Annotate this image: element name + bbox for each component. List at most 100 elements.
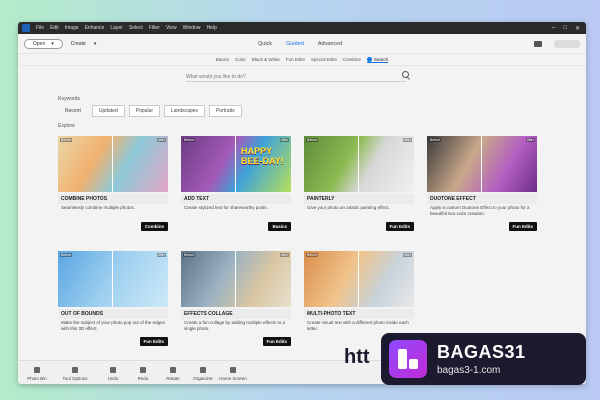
after-label: After bbox=[402, 253, 412, 257]
home-screen-label: Home Screen bbox=[219, 376, 247, 381]
card-description: Create a fun collage by adding multiple … bbox=[184, 320, 285, 331]
menu-view[interactable]: View bbox=[166, 25, 177, 31]
card-description: Give your photo an artistic painting eff… bbox=[307, 205, 390, 210]
card-category-button[interactable]: Fun Edits bbox=[262, 337, 291, 346]
card-thumbnail: Before HAPPY BEE-DAY! After bbox=[181, 136, 291, 192]
organizer-button[interactable]: Organizer bbox=[188, 367, 218, 381]
watermark-title: BAGAS31 bbox=[437, 342, 526, 362]
menu-enhance[interactable]: Enhance bbox=[85, 25, 105, 31]
card-category-button[interactable]: Basics bbox=[268, 222, 291, 231]
card-add-text[interactable]: Before HAPPY BEE-DAY! After ADD TEXT Cre… bbox=[181, 136, 291, 231]
subtab-search[interactable]: Search bbox=[366, 56, 389, 63]
guided-category-tabs: Basics Color Black & White Fun Edits Spe… bbox=[18, 54, 586, 66]
card-title: EFFECTS COLLAGE bbox=[181, 309, 291, 319]
rotate-button[interactable]: Rotate bbox=[158, 367, 188, 381]
before-label: Before bbox=[60, 253, 73, 257]
card-title: PAINTERLY bbox=[304, 194, 414, 204]
card-category-button[interactable]: Fun Edits bbox=[139, 337, 168, 346]
compare-divider bbox=[358, 136, 359, 192]
card-category-button[interactable]: Combine bbox=[140, 222, 168, 231]
subtab-combine[interactable]: Combine bbox=[343, 57, 361, 62]
card-category-button[interactable]: Fun Edits bbox=[385, 222, 414, 231]
subtab-color[interactable]: Color bbox=[235, 57, 246, 62]
create-button[interactable]: Create ▾ bbox=[71, 41, 97, 47]
organizer-label: Organizer bbox=[193, 376, 213, 381]
card-thumbnail: Before After bbox=[181, 251, 291, 307]
redo-button[interactable]: Redo bbox=[128, 367, 158, 381]
after-label: After bbox=[279, 138, 289, 142]
user-menu[interactable] bbox=[554, 39, 580, 48]
subtab-fun-edits[interactable]: Fun Edits bbox=[286, 57, 305, 62]
compare-divider bbox=[235, 251, 236, 307]
app-logo-icon bbox=[22, 24, 30, 32]
photo-bin-label: Photo Bin bbox=[27, 376, 47, 381]
keyword-landscapes[interactable]: Landscapes bbox=[163, 105, 205, 117]
menu-edit[interactable]: Edit bbox=[50, 25, 59, 31]
close-icon[interactable]: ✕ bbox=[575, 25, 580, 32]
menu-filter[interactable]: Filter bbox=[149, 25, 160, 31]
window-controls: – □ ✕ bbox=[552, 25, 586, 32]
mail-icon[interactable] bbox=[534, 40, 542, 47]
subtab-special-edits[interactable]: Special Edits bbox=[311, 57, 337, 62]
undo-label: Undo bbox=[107, 376, 119, 381]
card-description: Make the subject of your photo pop out o… bbox=[61, 320, 165, 331]
tab-quick[interactable]: Quick bbox=[258, 41, 272, 47]
menu-layer[interactable]: Layer bbox=[110, 25, 123, 31]
chevron-down-icon: ▾ bbox=[93, 40, 97, 47]
watermark-badge: BAGAS31 bagas3-1.com bbox=[381, 333, 586, 385]
photo-bin-button[interactable]: Photo Bin bbox=[22, 367, 52, 381]
open-button[interactable]: Open ▾ bbox=[24, 38, 63, 49]
keyword-recent[interactable]: Recent bbox=[58, 105, 88, 117]
menu-select[interactable]: Select bbox=[129, 25, 143, 31]
explore-label: Explore bbox=[58, 123, 75, 129]
after-label: After bbox=[402, 138, 412, 142]
open-label: Open bbox=[33, 40, 46, 47]
after-label: After bbox=[156, 138, 166, 142]
watermark-partial-text: htt bbox=[344, 346, 370, 368]
before-label: Before bbox=[429, 138, 442, 142]
undo-button[interactable]: Undo bbox=[98, 367, 128, 381]
card-description: Seamlessly combine multiple photos. bbox=[61, 205, 136, 210]
subtab-black-white[interactable]: Black & White bbox=[252, 57, 280, 62]
top-toolbar: Open ▾ Create ▾ Quick Guided Advanced bbox=[18, 34, 586, 54]
after-label: After bbox=[156, 253, 166, 257]
tool-options-icon bbox=[72, 367, 78, 373]
photo-bin-icon bbox=[34, 367, 40, 373]
card-combine-photos[interactable]: Before After COMBINE PHOTOS Seamlessly c… bbox=[58, 136, 168, 231]
search-row bbox=[18, 66, 586, 86]
app-window: File Edit Image Enhance Layer Select Fil… bbox=[18, 22, 586, 384]
keyword-portraits[interactable]: Portraits bbox=[208, 105, 242, 117]
subtab-search-label: Search bbox=[373, 56, 389, 62]
menu-window[interactable]: Window bbox=[183, 25, 201, 31]
keyword-popular[interactable]: Popular bbox=[128, 105, 160, 117]
card-multi-photo-text[interactable]: Before After MULTI-PHOTO TEXT Create vis… bbox=[304, 251, 414, 346]
card-thumbnail: Before After bbox=[304, 136, 414, 192]
compare-divider bbox=[112, 251, 113, 307]
rotate-icon bbox=[170, 367, 176, 373]
card-title: DUOTONE EFFECT bbox=[427, 194, 537, 204]
minimize-icon[interactable]: – bbox=[552, 25, 555, 32]
compare-divider bbox=[358, 251, 359, 307]
before-label: Before bbox=[60, 138, 73, 142]
home-screen-button[interactable]: Home Screen bbox=[218, 367, 248, 381]
organizer-icon bbox=[200, 367, 206, 373]
maximize-icon[interactable]: □ bbox=[563, 25, 567, 32]
tool-options-button[interactable]: Tool Options bbox=[60, 367, 90, 381]
keyword-updated[interactable]: Updated bbox=[91, 105, 125, 117]
card-category-button[interactable]: Fun Edits bbox=[508, 222, 537, 231]
subtab-basics[interactable]: Basics bbox=[216, 57, 229, 62]
tab-advanced[interactable]: Advanced bbox=[318, 41, 342, 47]
menu-help[interactable]: Help bbox=[206, 25, 216, 31]
card-duotone-effect[interactable]: Before After DUOTONE EFFECT Apply a cust… bbox=[427, 136, 537, 231]
card-effects-collage[interactable]: Before After EFFECTS COLLAGE Create a fu… bbox=[181, 251, 291, 346]
keywords-label: Keywords bbox=[58, 96, 80, 102]
card-painterly[interactable]: Before After PAINTERLY Give your photo a… bbox=[304, 136, 414, 231]
search-icon[interactable] bbox=[402, 71, 409, 78]
tab-guided[interactable]: Guided bbox=[286, 41, 304, 47]
card-out-of-bounds[interactable]: Before After OUT OF BOUNDS Make the subj… bbox=[58, 251, 168, 346]
undo-icon bbox=[110, 367, 116, 373]
search-input[interactable] bbox=[186, 72, 406, 82]
menu-file[interactable]: File bbox=[36, 25, 44, 31]
card-description: Apply a custom Duotone Effect to your ph… bbox=[430, 205, 530, 216]
menu-image[interactable]: Image bbox=[65, 25, 79, 31]
